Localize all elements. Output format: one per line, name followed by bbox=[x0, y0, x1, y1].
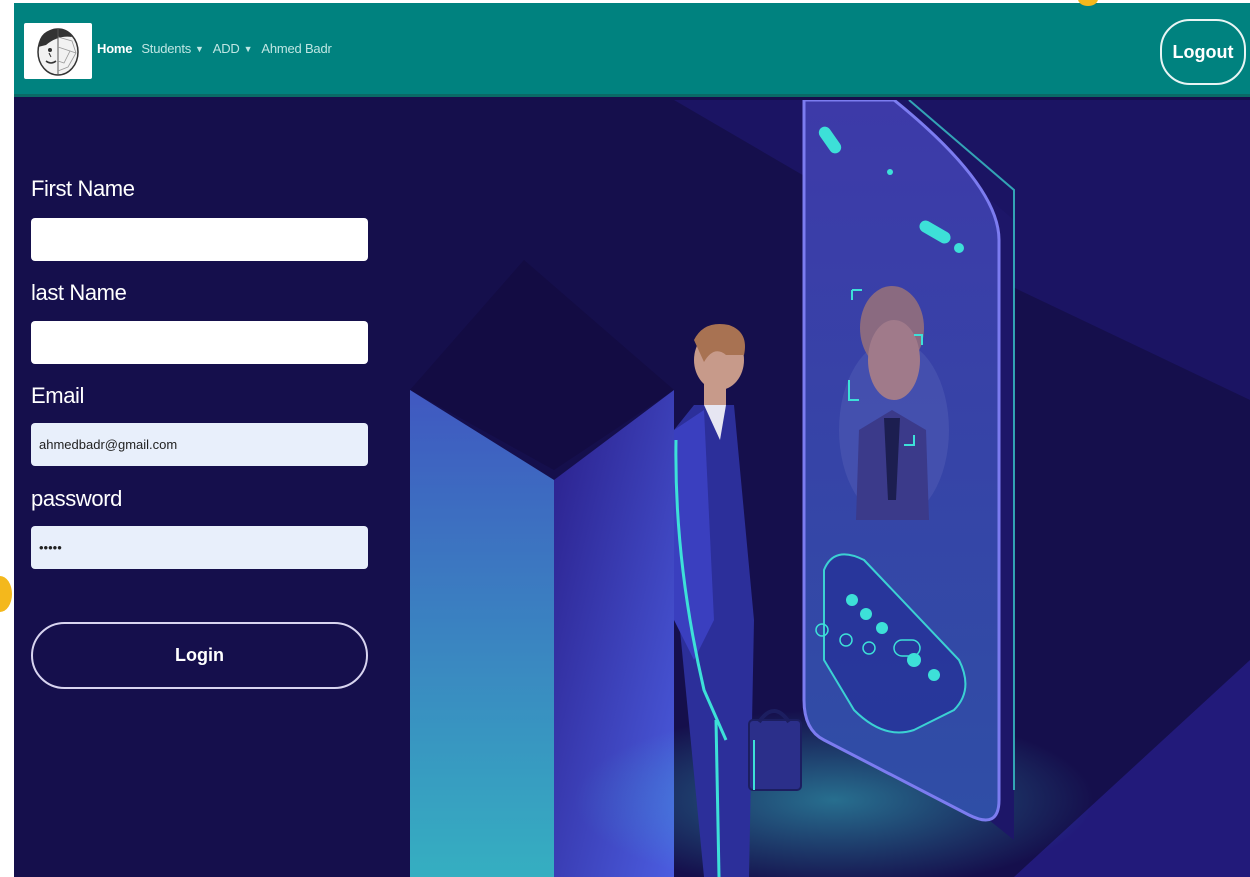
nav-students[interactable]: Students ▼ bbox=[141, 41, 204, 56]
logo[interactable] bbox=[24, 23, 92, 79]
last-name-input[interactable] bbox=[31, 321, 368, 364]
nav-links: Home Students ▼ ADD ▼ Ahmed Badr bbox=[97, 41, 332, 56]
first-name-label: First Name bbox=[31, 176, 135, 201]
password-input[interactable] bbox=[31, 526, 368, 569]
email-input[interactable] bbox=[31, 423, 368, 466]
logout-button[interactable]: Logout bbox=[1160, 19, 1246, 85]
nav-add[interactable]: ADD ▼ bbox=[213, 41, 253, 56]
hero-illustration bbox=[410, 100, 1250, 877]
first-name-input[interactable] bbox=[31, 218, 368, 261]
caret-down-icon: ▼ bbox=[195, 44, 204, 54]
caret-down-icon: ▼ bbox=[243, 44, 253, 54]
nav-user-name[interactable]: Ahmed Badr bbox=[261, 41, 331, 56]
badge-dot bbox=[0, 576, 12, 612]
password-label: password bbox=[31, 486, 122, 511]
email-label: Email bbox=[31, 383, 85, 408]
login-button[interactable]: Login bbox=[31, 622, 368, 689]
face-logo-icon bbox=[37, 28, 79, 76]
top-navbar: Home Students ▼ ADD ▼ Ahmed Badr Logout bbox=[14, 3, 1250, 97]
app-frame: Home Students ▼ ADD ▼ Ahmed Badr Logout Fi… bbox=[14, 3, 1250, 877]
nav-home[interactable]: Home bbox=[97, 41, 133, 56]
briefcase bbox=[748, 719, 802, 791]
last-name-label: last Name bbox=[31, 280, 127, 305]
